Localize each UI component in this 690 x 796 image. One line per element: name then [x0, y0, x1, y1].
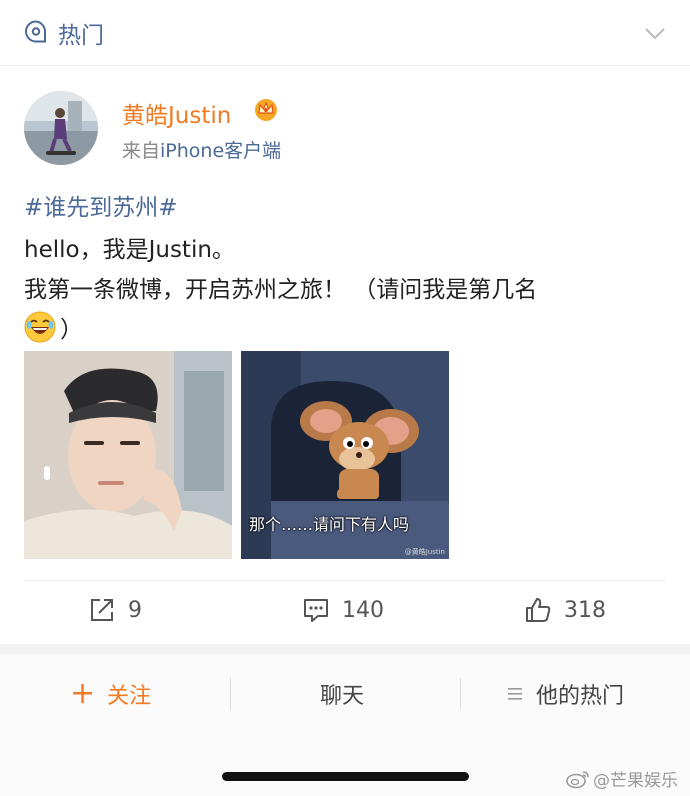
- follow-label: 关注: [107, 684, 152, 709]
- weibo-logo-icon: [566, 770, 589, 788]
- follow-button[interactable]: + 关注: [70, 676, 151, 712]
- comment-count: 140: [342, 597, 384, 623]
- laugh-emoji-icon: [24, 311, 56, 343]
- post-text-line: hello，我是Justin。: [24, 237, 235, 263]
- home-indicator[interactable]: [222, 772, 469, 781]
- chat-button[interactable]: 聊天: [320, 676, 364, 712]
- weibo-watermark: @芒果娱乐: [566, 766, 678, 791]
- meme-caption: 那个……请问下有人吗: [249, 515, 410, 534]
- chat-label: 聊天: [320, 684, 365, 709]
- selfie-photo[interactable]: [24, 351, 232, 559]
- section-gap: [0, 644, 690, 654]
- chevron-down-icon[interactable]: [644, 22, 666, 44]
- bottom-bar: + 关注 聊天 他的热门 @芒果娱乐: [0, 654, 690, 796]
- repost-button[interactable]: 9: [88, 594, 142, 626]
- hot-tag-icon: [24, 20, 47, 43]
- watermark-text: @芒果娱乐: [593, 771, 678, 791]
- post-source: 来自iPhone客户端: [122, 136, 281, 163]
- comment-icon: [304, 599, 328, 622]
- avatar[interactable]: [24, 91, 98, 165]
- comment-button[interactable]: 140: [302, 594, 384, 626]
- repost-count: 9: [128, 597, 142, 623]
- thumbs-up-icon: [526, 598, 551, 622]
- username[interactable]: 黄皓Justin: [122, 96, 231, 130]
- separator: [460, 678, 461, 710]
- source-prefix: 来自: [122, 140, 161, 162]
- separator: [230, 678, 231, 710]
- plus-icon: +: [70, 676, 96, 711]
- his-hot-label: 他的热门: [536, 684, 625, 709]
- menu-icon: [508, 688, 522, 700]
- crown-badge-icon: [255, 99, 277, 121]
- meme-watermark: @黄皓Justin: [404, 548, 445, 556]
- page-title: 热门: [58, 23, 104, 49]
- hashtag-link[interactable]: #谁先到苏州#: [24, 188, 178, 222]
- divider: [24, 580, 666, 581]
- weibo-post: 黄皓Justin 来自iPhone客户端 #谁先到苏州# hello，我是Jus…: [0, 66, 690, 644]
- post-text-tail: ）: [60, 317, 83, 343]
- like-count: 318: [564, 597, 606, 623]
- his-hot-button[interactable]: 他的热门: [508, 676, 624, 712]
- jerry-meme-image[interactable]: 那个……请问下有人吗 @黄皓Justin: [241, 351, 449, 559]
- source-link[interactable]: iPhone客户端: [160, 140, 281, 162]
- like-button[interactable]: 318: [524, 594, 606, 626]
- post-text-line: ）: [24, 310, 83, 344]
- post-text-line: 我第一条微博，开启苏州之旅！ （请问我是第几名: [24, 277, 538, 303]
- repost-icon: [91, 599, 113, 621]
- top-bar: 热门: [0, 0, 690, 66]
